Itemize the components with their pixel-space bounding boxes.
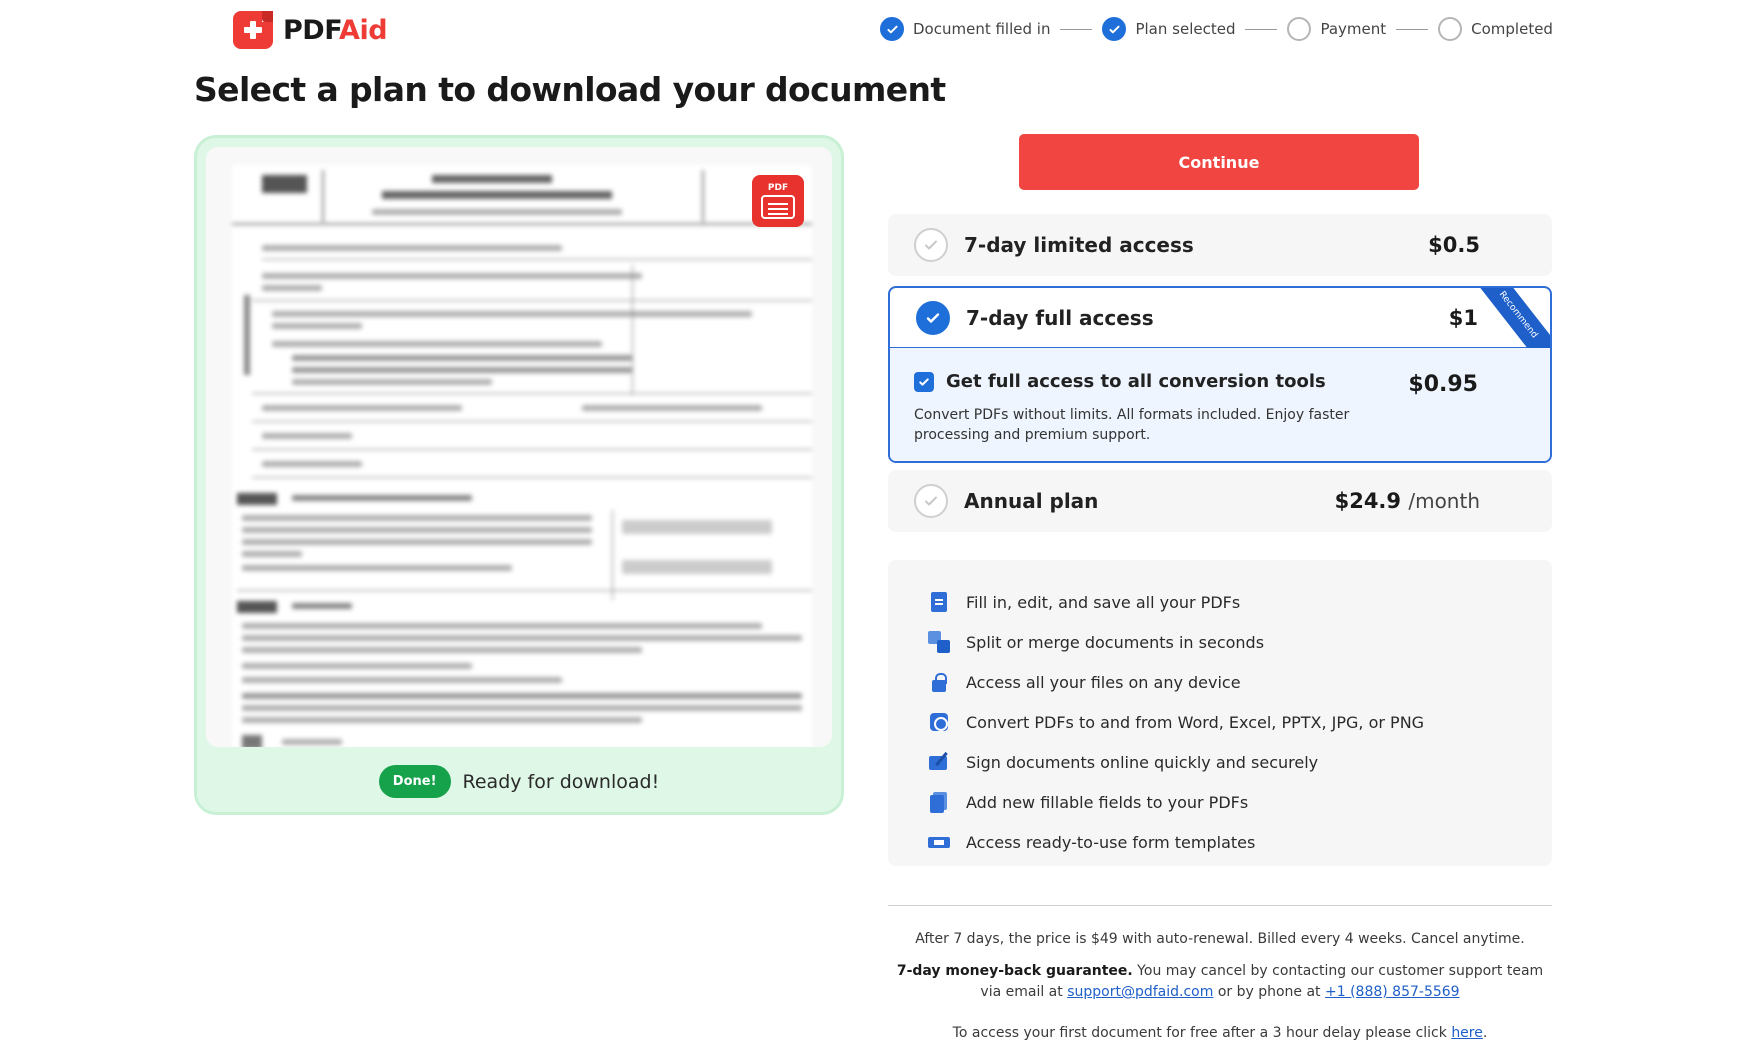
check-circle-icon xyxy=(880,17,904,41)
renewal-notice: After 7 days, the price is $49 with auto… xyxy=(915,931,1525,947)
step-document-filled: Document filled in xyxy=(880,17,1050,41)
ready-text: Ready for download! xyxy=(462,770,660,793)
pdf-sheet-shape xyxy=(761,195,795,219)
page-title: Select a plan to download your document xyxy=(194,70,946,109)
document-preview: PDF xyxy=(206,147,832,747)
support-phone-link[interactable]: +1 (888) 857-5569 xyxy=(1325,984,1460,1000)
feature-text: Access ready-to-use form templates xyxy=(966,832,1256,852)
blurred-document-thumbnail xyxy=(232,165,812,747)
feature-text: Convert PDFs to and from Word, Excel, PP… xyxy=(966,712,1425,732)
step-completed: Completed xyxy=(1438,17,1553,41)
step-payment: Payment xyxy=(1287,17,1386,41)
addon-price: $0.95 xyxy=(1408,372,1478,397)
plan-price: $24.9 /month xyxy=(1335,489,1480,513)
feature-item: Add new fillable fields to your PDFs xyxy=(928,782,1552,822)
empty-circle-icon xyxy=(1438,17,1463,41)
continue-button[interactable]: Continue xyxy=(1019,134,1419,190)
lock-icon xyxy=(928,671,950,693)
check-circle-outline-icon[interactable] xyxy=(914,228,948,262)
feature-item: Split or merge documents in seconds xyxy=(928,622,1552,662)
plan-name: 7-day limited access xyxy=(964,233,1194,257)
signature-icon xyxy=(928,751,950,773)
fillable-fields-icon xyxy=(928,791,950,813)
feature-item: Access all your files on any device xyxy=(928,662,1552,702)
feature-item: Sign documents online quickly and secure… xyxy=(928,742,1552,782)
empty-circle-icon xyxy=(1287,17,1312,41)
plan-name: 7-day full access xyxy=(966,305,1154,330)
check-circle-outline-icon[interactable] xyxy=(914,484,948,518)
brand-logo[interactable]: PDFAid xyxy=(233,11,388,49)
plan-row[interactable]: 7-day limited access $0.5 xyxy=(888,214,1552,276)
check-circle-filled-icon[interactable] xyxy=(916,300,950,335)
step-label: Plan selected xyxy=(1135,20,1236,38)
plan-option-annual[interactable]: Annual plan $24.9 /month xyxy=(888,470,1552,532)
step-plan-selected: Plan selected xyxy=(1102,17,1235,41)
pdfaid-logo-icon xyxy=(233,11,273,49)
price-unit: /month xyxy=(1408,489,1480,513)
brand-name: PDFAid xyxy=(283,14,388,46)
feature-text: Split or merge documents in seconds xyxy=(966,632,1265,652)
split-merge-icon xyxy=(928,631,950,653)
plan-price: $0.5 xyxy=(1428,233,1480,257)
check-circle-icon xyxy=(1102,17,1127,41)
free-access-notice: To access your first document for free a… xyxy=(888,1023,1552,1044)
addon-description: Convert PDFs without limits. All formats… xyxy=(914,407,1350,443)
annual-price-value: $24.9 xyxy=(1334,489,1402,513)
step-connector xyxy=(1396,28,1429,30)
free-text: To access your first document for free a… xyxy=(952,1025,1452,1041)
step-connector xyxy=(1245,28,1278,30)
pdf-file-icon: PDF xyxy=(752,175,804,227)
section-divider xyxy=(888,905,1552,906)
step-label: Completed xyxy=(1471,20,1553,38)
step-label: Payment xyxy=(1320,20,1387,38)
recommend-ribbon: Recommend xyxy=(1470,288,1550,348)
ready-status: Done! Ready for download! xyxy=(197,765,841,798)
step-label: Document filled in xyxy=(913,20,1051,38)
feature-list: Fill in, edit, and save all your PDFs Sp… xyxy=(888,560,1552,866)
free-access-link[interactable]: here xyxy=(1451,1025,1483,1041)
feature-item: Access ready-to-use form templates xyxy=(928,822,1552,862)
plan-option-full[interactable]: 7-day full access $1 Recommend Get full … xyxy=(888,286,1552,463)
plan-row[interactable]: Annual plan $24.9 /month xyxy=(888,470,1552,532)
phone-prefix: or by phone at xyxy=(1213,984,1325,1000)
support-email-link[interactable]: support@pdfaid.com xyxy=(1067,984,1213,1000)
feature-text: Access all your files on any device xyxy=(966,672,1241,692)
step-connector xyxy=(1060,28,1093,30)
plan-name: Annual plan xyxy=(964,489,1099,513)
checkbox-checked-icon[interactable] xyxy=(914,371,934,392)
feature-item: Convert PDFs to and from Word, Excel, PP… xyxy=(928,702,1552,742)
feature-text: Add new fillable fields to your PDFs xyxy=(966,792,1249,812)
free-end: . xyxy=(1482,1025,1488,1041)
plan-option-limited[interactable]: 7-day limited access $0.5 xyxy=(888,214,1552,276)
guarantee-bold: 7-day money-back guarantee. xyxy=(896,963,1133,979)
feature-item: Fill in, edit, and save all your PDFs xyxy=(928,582,1552,622)
document-preview-card: PDF Done! Ready for download! xyxy=(194,135,844,815)
guarantee-notice: 7-day money-back guarantee. You may canc… xyxy=(888,961,1552,1003)
ribbon-label: Recommend xyxy=(1470,288,1550,348)
edit-document-icon xyxy=(928,591,950,613)
done-badge: Done! xyxy=(378,765,451,798)
addon-conversion-tools[interactable]: Get full access to all conversion tools … xyxy=(890,348,1550,461)
plan-row[interactable]: 7-day full access $1 xyxy=(890,288,1550,348)
convert-icon xyxy=(928,711,950,733)
addon-title: Get full access to all conversion tools xyxy=(946,371,1326,392)
pdf-badge-label: PDF xyxy=(767,183,789,193)
checkout-stepper: Document filled in Plan selected Payment… xyxy=(880,17,1553,41)
form-templates-icon xyxy=(928,831,950,853)
feature-text: Sign documents online quickly and secure… xyxy=(966,752,1319,772)
feature-text: Fill in, edit, and save all your PDFs xyxy=(966,592,1241,612)
